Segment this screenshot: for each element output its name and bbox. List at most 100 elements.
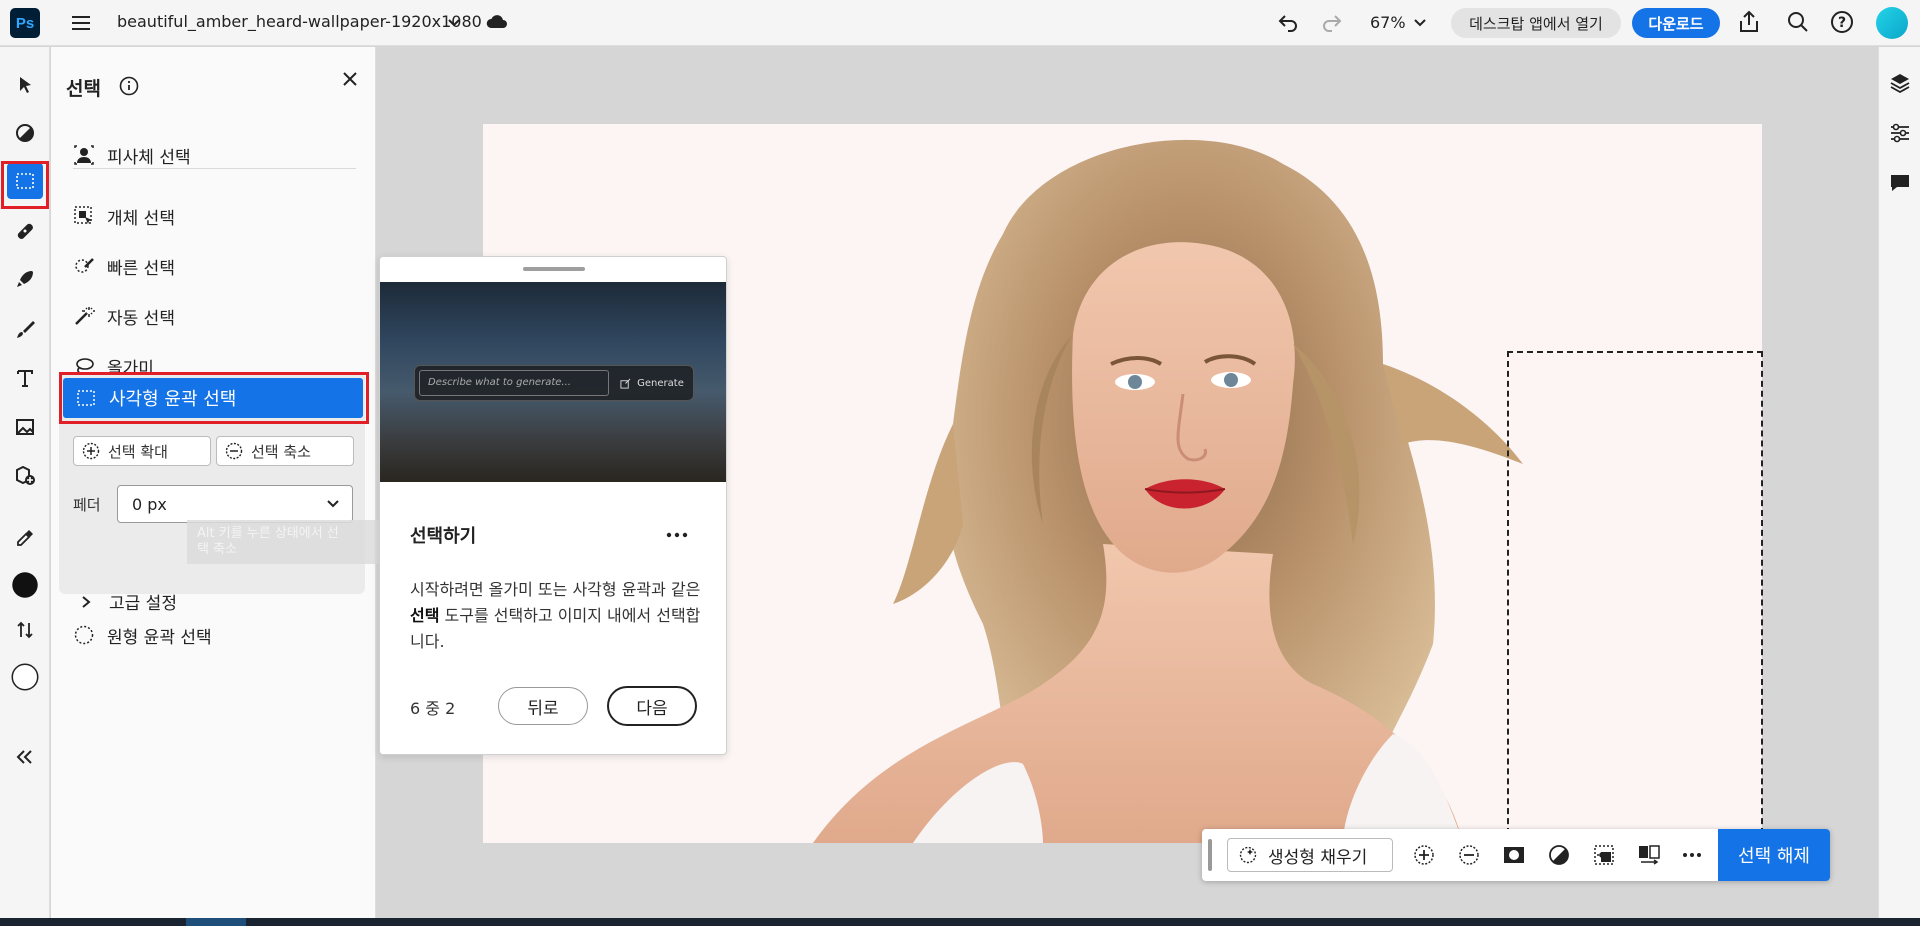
open-in-desktop-button[interactable]: 데스크탑 앱에서 열기 — [1451, 8, 1621, 38]
more-actions-icon[interactable] — [1680, 843, 1704, 867]
collapse-toolbar-button[interactable] — [7, 739, 43, 775]
deselect-button[interactable]: 선택 해제 — [1718, 829, 1830, 881]
more-options-icon[interactable] — [664, 525, 690, 545]
generative-fill-button[interactable]: 생성형 채우기 — [1227, 838, 1393, 872]
elliptical-marquee-item[interactable]: 원형 윤곽 선택 — [73, 617, 212, 653]
half-circle-icon — [16, 124, 34, 142]
move-tool[interactable] — [7, 67, 43, 103]
quick-select-label: 빠른 선택 — [107, 258, 175, 279]
background-color-swatch[interactable] — [7, 659, 43, 695]
add-image-tool[interactable] — [7, 457, 43, 493]
magic-wand-icon — [75, 307, 95, 325]
subject-select-icon — [74, 145, 94, 165]
image-tool[interactable] — [7, 409, 43, 445]
generative-fill-label: 생성형 채우기 — [1268, 847, 1368, 868]
marquee-rectangle-icon — [16, 173, 34, 189]
arrow-pointer-icon — [20, 77, 31, 93]
redo-icon[interactable] — [1320, 10, 1344, 34]
layers-icon[interactable] — [1888, 71, 1912, 95]
subtract-selection-icon[interactable] — [1457, 843, 1481, 867]
object-select-item[interactable]: 개체 선택 — [73, 198, 175, 234]
quick-select-item[interactable]: 빠른 선택 — [73, 248, 175, 284]
mask-icon[interactable] — [1502, 843, 1526, 867]
ellipse-marquee-icon — [74, 625, 94, 645]
tutorial-card: Describe what to generate... Generate 선택… — [379, 256, 727, 755]
card-illustration: Describe what to generate... Generate — [380, 282, 726, 482]
next-button[interactable]: 다음 — [607, 686, 697, 726]
undo-icon[interactable] — [1276, 10, 1300, 34]
feather-input[interactable]: 0 px — [117, 485, 314, 523]
double-chevron-left-icon — [16, 750, 32, 764]
transform-selection-icon[interactable] — [1592, 843, 1616, 867]
minus-circle-icon — [225, 442, 243, 460]
cloud-icon[interactable] — [485, 11, 509, 33]
black-swatch-icon — [12, 572, 38, 598]
download-button[interactable]: 다운로드 — [1632, 8, 1720, 38]
type-t-icon — [17, 370, 33, 387]
contextual-task-bar: 생성형 채우기 선택 해제 — [1202, 829, 1830, 881]
card-description: 시작하려면 올가미 또는 사각형 윤곽과 같은 선택 도구를 선택하고 이미지 … — [410, 577, 706, 655]
advanced-settings-label: 고급 설정 — [109, 594, 177, 614]
modify-selection-icon[interactable] — [1637, 843, 1661, 867]
magic-wand-item[interactable]: 자동 선택 — [73, 298, 175, 334]
healing-tool[interactable] — [7, 213, 43, 249]
zoom-level[interactable]: 67% — [1370, 13, 1406, 32]
bandage-icon — [17, 223, 33, 239]
invert-selection-icon[interactable] — [1547, 843, 1571, 867]
quick-action-tool[interactable] — [7, 261, 43, 297]
generate-icon — [620, 378, 631, 389]
rocket-icon — [17, 271, 33, 287]
plus-circle-icon — [82, 442, 100, 460]
task-bar-grip[interactable] — [1208, 839, 1212, 871]
add-to-selection-icon[interactable] — [1412, 843, 1436, 867]
adjustment-tool[interactable] — [7, 115, 43, 151]
object-select-icon — [74, 206, 92, 224]
zoom-chevron-down-icon[interactable] — [1412, 12, 1428, 34]
hamburger-menu-icon[interactable] — [70, 12, 92, 34]
adjustments-sliders-icon[interactable] — [1888, 121, 1912, 145]
panel-divider — [73, 168, 356, 169]
swap-colors-tool[interactable] — [7, 612, 43, 648]
advanced-settings-toggle[interactable]: 고급 설정 — [77, 589, 177, 614]
object-select-label: 개체 선택 — [107, 208, 175, 229]
help-icon[interactable]: ? — [1830, 10, 1854, 34]
card-title: 선택하기 — [410, 526, 477, 547]
quick-select-icon — [75, 258, 94, 273]
expand-selection-button[interactable]: 선택 확대 — [73, 436, 211, 466]
close-icon[interactable] — [338, 67, 362, 91]
top-bar: Ps beautiful_amber_heard-wallpaper-1920x… — [0, 0, 1920, 46]
contract-tooltip: Alt 키를 누른 상태에서 선 택 축소 — [187, 520, 384, 564]
brush-icon — [17, 321, 35, 338]
type-tool[interactable] — [7, 360, 43, 396]
card-drag-handle[interactable] — [523, 267, 585, 271]
feather-dropdown[interactable] — [313, 485, 353, 523]
generate-prompt-input: Describe what to generate... — [419, 370, 609, 396]
user-avatar[interactable] — [1876, 7, 1908, 39]
foreground-color-swatch[interactable] — [7, 567, 43, 603]
taskbar-active-segment — [186, 918, 246, 926]
chevron-right-icon — [82, 595, 91, 608]
tooltip-line-1: Alt 키를 누른 상태에서 선 — [197, 526, 339, 541]
brush-tool[interactable] — [7, 311, 43, 347]
rect-marquee-item[interactable]: 사각형 윤곽 선택 — [63, 378, 363, 418]
contract-selection-label: 선택 축소 — [251, 442, 311, 461]
expand-selection-label: 선택 확대 — [108, 442, 168, 461]
svg-text:?: ? — [1838, 15, 1846, 31]
magic-wand-label: 자동 선택 — [107, 308, 175, 329]
rect-marquee-icon — [77, 390, 95, 406]
rect-marquee-label: 사각형 윤곽 선택 — [109, 389, 237, 410]
card-body-part-2: 도구를 선택하고 이미지 내에서 선택합니다. — [410, 606, 701, 651]
share-icon[interactable] — [1736, 9, 1762, 35]
eyedropper-tool[interactable] — [7, 520, 43, 556]
photoshop-logo[interactable]: Ps — [10, 8, 40, 38]
document-title[interactable]: beautiful_amber_heard-wallpaper-1920x108… — [117, 12, 482, 31]
selection-tool[interactable] — [7, 163, 43, 199]
generate-prompt-box: Describe what to generate... Generate — [414, 365, 694, 401]
chevron-down-icon[interactable] — [446, 12, 462, 34]
selection-marquee[interactable] — [1507, 351, 1763, 844]
contract-selection-button[interactable]: 선택 축소 — [216, 436, 354, 466]
comment-icon[interactable] — [1888, 171, 1912, 195]
back-button[interactable]: 뒤로 — [498, 687, 588, 725]
search-icon[interactable] — [1786, 10, 1810, 34]
info-icon[interactable] — [119, 76, 139, 96]
